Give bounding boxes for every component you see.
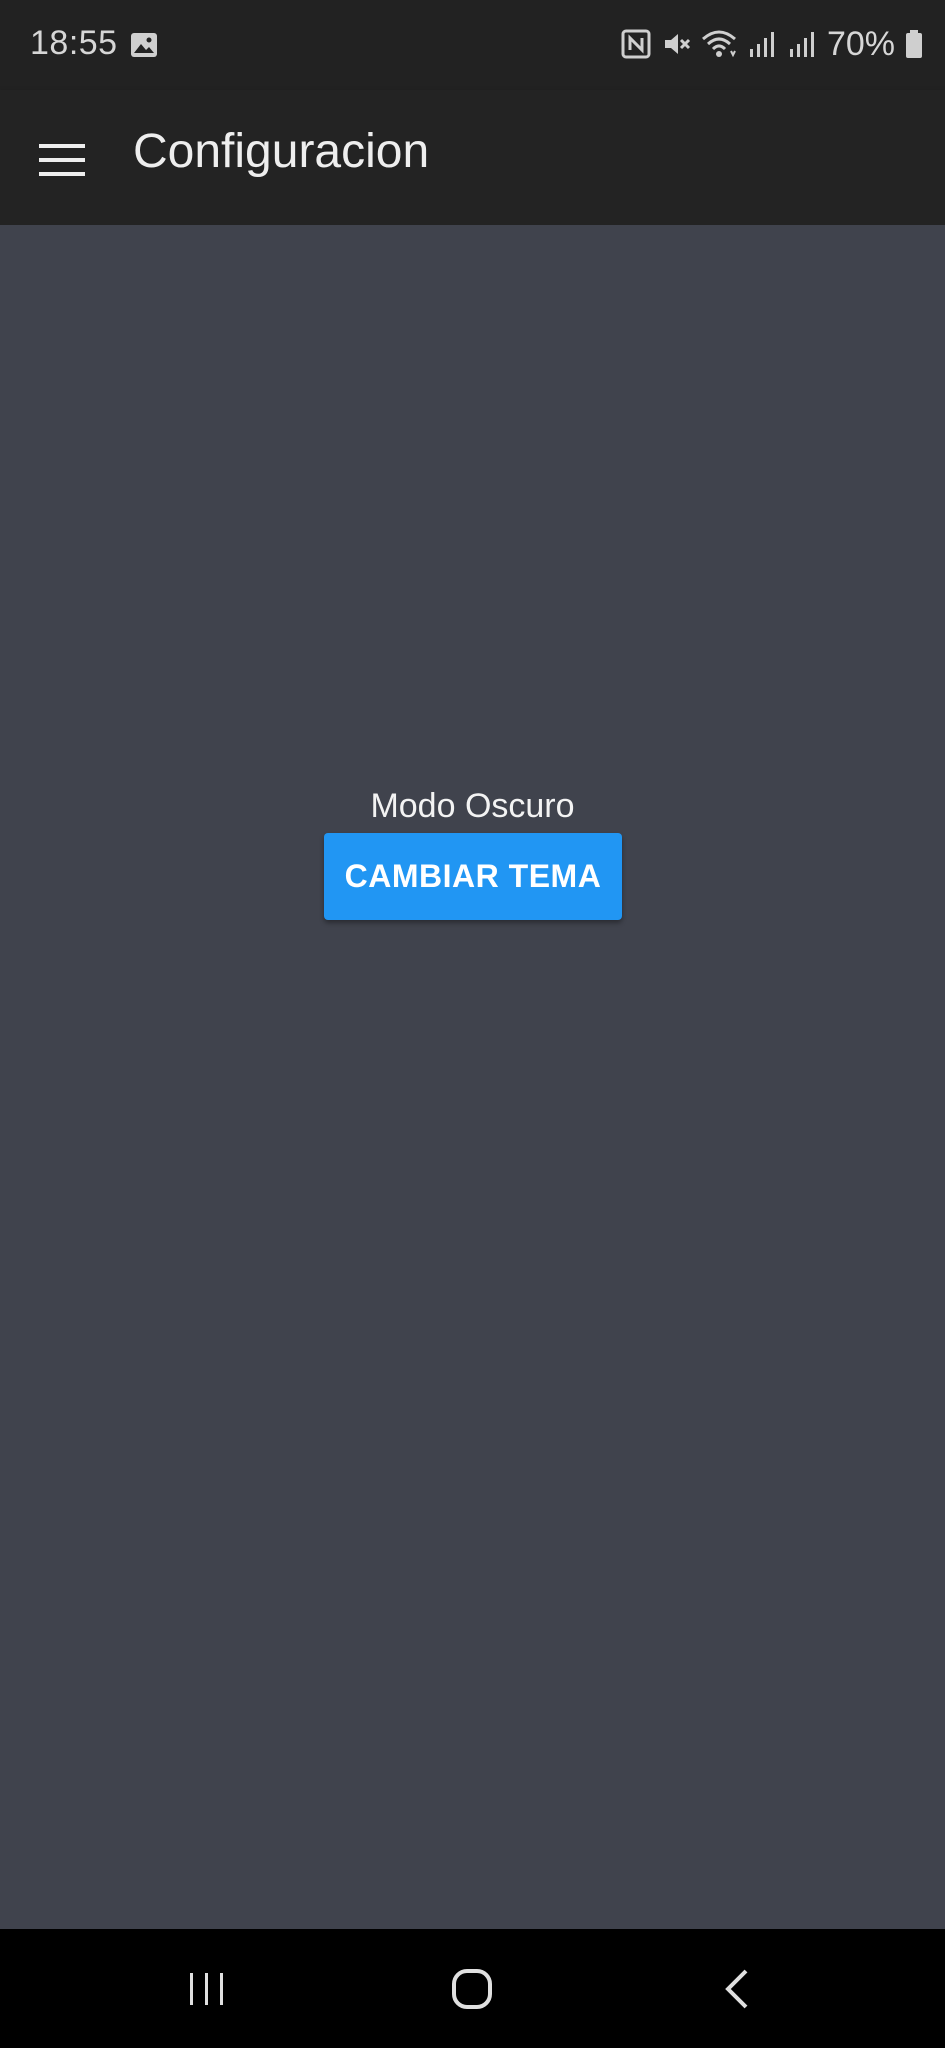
signal-icon: [787, 29, 817, 59]
status-time: 18:55: [30, 24, 118, 62]
page-title: Configuracion: [133, 125, 430, 178]
back-icon[interactable]: [687, 1949, 787, 2029]
navigation-bar: [0, 1929, 945, 2048]
change-theme-button[interactable]: CAMBIAR TEMA: [324, 833, 622, 920]
status-icons: 70%: [621, 24, 923, 64]
mute-icon: [661, 29, 691, 59]
wifi-icon: [701, 29, 737, 59]
screen: 18:55 70% Configuracion Modo Oscuro CAMB…: [0, 0, 945, 2048]
home-icon[interactable]: [422, 1949, 522, 2029]
theme-label: Modo Oscuro: [370, 787, 575, 825]
status-bar: 18:55 70%: [0, 0, 945, 90]
signal-icon: [747, 29, 777, 59]
battery-percentage: 70%: [826, 24, 895, 63]
app-bar: Configuracion: [0, 90, 945, 225]
recent-apps-icon[interactable]: [157, 1949, 257, 2029]
image-icon: [130, 32, 158, 58]
hamburger-menu-icon[interactable]: [22, 120, 102, 200]
nfc-icon: [621, 29, 651, 59]
main-content: Modo Oscuro CAMBIAR TEMA: [0, 225, 945, 1929]
battery-icon: [905, 29, 923, 59]
